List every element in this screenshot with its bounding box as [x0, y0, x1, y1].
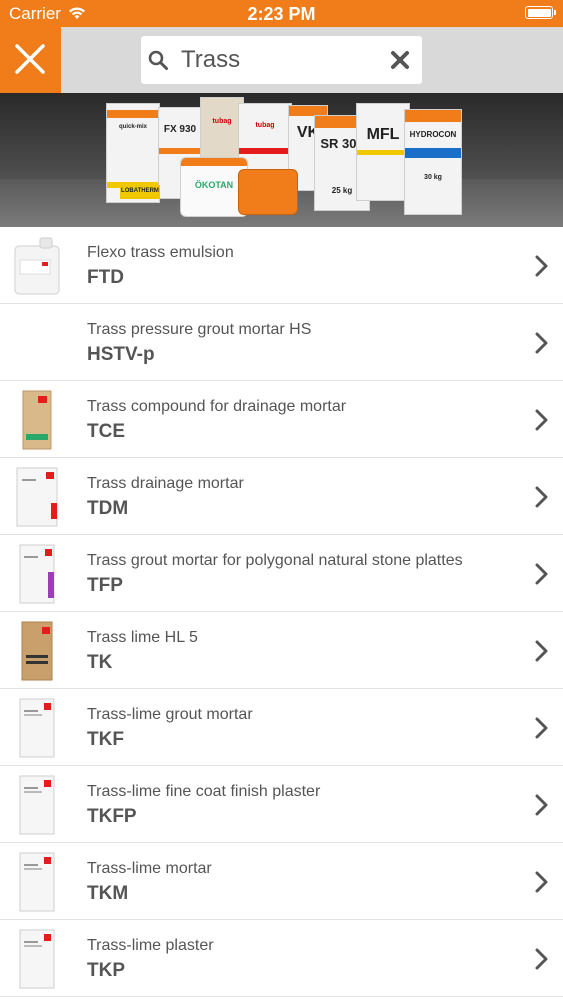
product-thumbnail	[14, 929, 60, 989]
product-name: Trass-lime mortar	[87, 860, 212, 877]
chevron-right-icon[interactable]	[534, 332, 548, 359]
product-name: Trass drainage mortar	[87, 475, 244, 492]
product-code: TKF	[87, 729, 124, 750]
product-banner-image: quick-mix 20 kg FX 930 tubag tubag VK SR…	[0, 93, 563, 227]
product-row[interactable]: Trass-lime fine coat finish plaster TKFP	[0, 766, 563, 843]
product-row[interactable]: Trass-lime grout mortar TKF	[0, 689, 563, 766]
chevron-right-icon[interactable]	[534, 563, 548, 590]
product-row[interactable]: Trass-lime plaster TKP	[0, 920, 563, 997]
chevron-right-icon[interactable]	[534, 717, 548, 744]
product-list: Flexo trass emulsion FTD Trass pressure gr…	[0, 227, 563, 997]
product-row[interactable]: Trass grout mortar for polygonal natural…	[0, 535, 563, 612]
product-thumbnail	[14, 621, 60, 681]
product-name: Trass compound for drainage mortar	[87, 398, 347, 415]
product-thumbnail	[14, 236, 60, 296]
product-code: TCE	[87, 421, 125, 442]
product-thumbnail	[14, 544, 60, 604]
product-name: Trass lime HL 5	[87, 629, 198, 646]
search-box	[141, 36, 422, 84]
chevron-right-icon[interactable]	[534, 486, 548, 513]
battery-icon	[525, 6, 556, 19]
chevron-right-icon[interactable]	[534, 640, 548, 667]
product-code: TDM	[87, 498, 129, 519]
product-name: Trass-lime plaster	[87, 937, 214, 954]
status-bar: Carrier 2:23 PM	[0, 0, 563, 27]
product-code: FTD	[87, 267, 124, 288]
product-code: HSTV-p	[87, 344, 155, 365]
product-thumbnail	[14, 698, 60, 758]
product-row[interactable]: Trass lime HL 5 TK	[0, 612, 563, 689]
banner-label: quick-mix	[118, 124, 147, 130]
product-row[interactable]: Trass compound for drainage mortar TCE	[0, 381, 563, 458]
chevron-right-icon[interactable]	[534, 871, 548, 898]
search-header	[0, 27, 563, 93]
product-row[interactable]: Flexo trass emulsion FTD	[0, 227, 563, 304]
close-button[interactable]	[0, 27, 61, 93]
product-code: TFP	[87, 575, 123, 596]
search-icon	[148, 50, 168, 70]
search-input[interactable]	[181, 44, 381, 76]
product-thumbnail	[14, 775, 60, 835]
product-thumbnail	[14, 313, 60, 373]
product-row[interactable]: Trass drainage mortar TDM	[0, 458, 563, 535]
product-name: Trass grout mortar for polygonal natural…	[87, 552, 463, 569]
product-code: TKFP	[87, 806, 137, 827]
close-icon	[15, 44, 45, 74]
product-code: TKP	[87, 960, 125, 981]
product-thumbnail	[14, 852, 60, 912]
product-thumbnail	[14, 390, 60, 450]
product-thumbnail	[14, 467, 60, 527]
product-name: Trass pressure grout mortar HS	[87, 321, 312, 338]
product-name: Trass-lime grout mortar	[87, 706, 253, 723]
product-row[interactable]: Trass-lime mortar TKM	[0, 843, 563, 920]
product-name: Trass-lime fine coat finish plaster	[87, 783, 321, 800]
clock: 2:23 PM	[247, 4, 316, 24]
chevron-right-icon[interactable]	[534, 255, 548, 282]
product-row[interactable]: Trass pressure grout mortar HS HSTV-p	[0, 304, 563, 381]
product-code: TK	[87, 652, 113, 673]
clear-search-button[interactable]	[390, 50, 410, 70]
chevron-right-icon[interactable]	[534, 948, 548, 975]
chevron-right-icon[interactable]	[534, 794, 548, 821]
product-name: Flexo trass emulsion	[87, 244, 234, 261]
product-code: TKM	[87, 883, 129, 904]
chevron-right-icon[interactable]	[534, 409, 548, 436]
